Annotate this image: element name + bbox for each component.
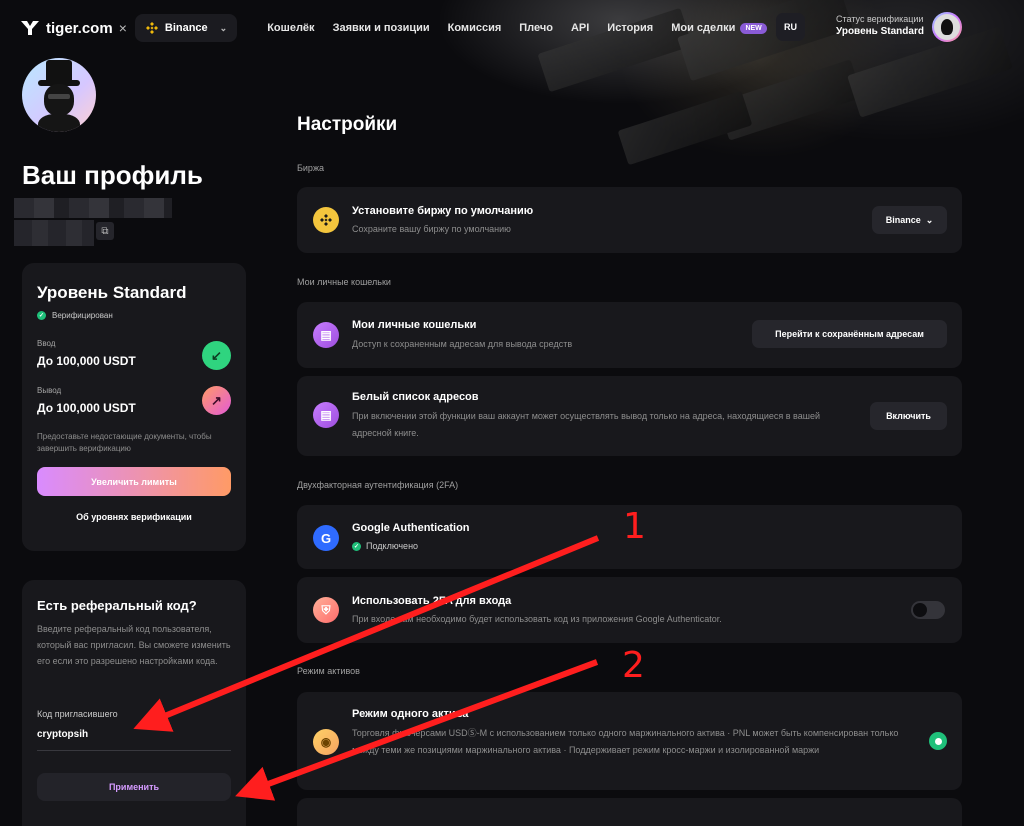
- section-label-exchange: Биржа: [297, 163, 324, 173]
- wallets-row: ▤ Мои личные кошельки Доступ к сохраненн…: [297, 302, 962, 368]
- saved-addresses-button[interactable]: Перейти к сохранённым адресам: [752, 320, 947, 348]
- default-exchange-value: Binance: [885, 215, 921, 225]
- nav-item-my-trades-label: Мои сделки: [671, 22, 736, 34]
- login-2fa-title: Использовать 2FA для входа: [352, 595, 512, 607]
- redacted-user-email: [14, 220, 94, 246]
- referral-card: Есть реферальный код? Введите реферальны…: [22, 580, 246, 826]
- nav-item-api[interactable]: API: [571, 22, 589, 34]
- chevron-down-icon: ⌄: [925, 214, 934, 225]
- whitelist-row: ▤ Белый список адресов При включении это…: [297, 376, 962, 456]
- copy-icon[interactable]: ⧉: [96, 222, 114, 240]
- chevron-down-icon: ⌄: [219, 22, 228, 33]
- login-2fa-subtitle: При входе вам необходимо будет использов…: [352, 614, 722, 624]
- language-button[interactable]: RU: [776, 13, 805, 41]
- annotation-label-2: 2: [622, 645, 645, 686]
- user-avatar[interactable]: [932, 12, 962, 42]
- nav-item-commission[interactable]: Комиссия: [448, 22, 502, 34]
- wallet-icon: ▤: [313, 322, 339, 348]
- exchange-selector[interactable]: Binance ⌄: [134, 14, 238, 42]
- referral-code-label: Код пригласившего: [37, 709, 118, 719]
- shield-icon: ⛨: [313, 597, 339, 623]
- referral-description: Введите реферальный код пользователя, ко…: [37, 624, 231, 666]
- google-icon: G: [313, 525, 339, 551]
- raise-limits-button[interactable]: Увеличить лимиты: [37, 467, 231, 496]
- multi-asset-row: [297, 798, 962, 826]
- wallets-title: Мои личные кошельки: [352, 319, 477, 331]
- default-exchange-row: Установите биржу по умолчанию Сохраните …: [297, 187, 962, 253]
- verification-level-card: Уровень Standard ✓ Верифицирован Ввод До…: [22, 263, 246, 551]
- google-auth-status: ✓ Подключено: [352, 541, 418, 551]
- section-label-wallets: Мои личные кошельки: [297, 277, 391, 287]
- nav-item-history[interactable]: История: [607, 22, 653, 34]
- single-asset-subtitle: Торговля фьючерсами USDⓈ-M с использован…: [352, 728, 899, 755]
- brand-name: tiger.com: [46, 19, 113, 37]
- section-label-assets: Режим активов: [297, 666, 360, 676]
- verification-levels-link[interactable]: Об уровнях верификации: [37, 512, 231, 522]
- main-nav: Кошелёк Заявки и позиции Комиссия Плечо …: [267, 22, 767, 34]
- check-icon: ✓: [352, 541, 361, 551]
- nav-item-leverage[interactable]: Плечо: [519, 22, 553, 34]
- default-exchange-title: Установите биржу по умолчанию: [352, 205, 534, 217]
- whitelist-subtitle: При включении этой функции ваш аккаунт м…: [352, 411, 820, 438]
- single-asset-radio[interactable]: [929, 732, 947, 750]
- apply-button[interactable]: Применить: [37, 773, 231, 801]
- deposit-value: До 100,000 USDT: [37, 354, 136, 368]
- referral-code-input[interactable]: cryptopsih: [37, 729, 231, 751]
- verified-status: ✓ Верифицирован: [37, 311, 231, 320]
- withdraw-arrow-icon: ↗: [202, 386, 231, 415]
- deposit-arrow-icon: ↙: [202, 341, 231, 370]
- new-badge: NEW: [740, 23, 767, 34]
- redacted-user-id: [14, 198, 172, 218]
- annotation-label-1: 1: [623, 506, 646, 547]
- login-2fa-row: ⛨ Использовать 2FA для входа При входе в…: [297, 577, 962, 643]
- profile-title: Ваш профиль: [22, 160, 203, 190]
- check-icon: ✓: [37, 311, 46, 320]
- verification-status[interactable]: Статус верификации Уровень Standard: [836, 14, 924, 37]
- deposit-label: Ввод: [37, 339, 56, 348]
- section-label-2fa: Двухфакторная аутентификация (2FA): [297, 480, 459, 490]
- deposit-limit: Ввод До 100,000 USDT: [37, 339, 136, 368]
- referral-title: Есть реферальный код?: [37, 598, 197, 613]
- level-title: Уровень Standard: [37, 283, 187, 302]
- verification-caption: Статус верификации: [836, 14, 924, 24]
- default-exchange-subtitle: Сохраните вашу биржу по умолчанию: [352, 224, 511, 234]
- single-asset-row: ◉ Режим одного актива Торговля фьючерсам…: [297, 692, 962, 790]
- documents-note: Предоставьте недостающие документы, чтоб…: [37, 432, 212, 453]
- withdraw-limit: Вывод До 100,000 USDT: [37, 386, 136, 415]
- coins-icon: ◉: [313, 729, 339, 755]
- settings-title: Настройки: [297, 114, 398, 135]
- google-auth-title: Google Authentication: [352, 522, 470, 534]
- brand-logo[interactable]: tiger.com: [20, 20, 113, 37]
- nav-item-my-trades[interactable]: Мои сделки NEW: [671, 22, 767, 34]
- clipboard-icon: ▤: [313, 402, 339, 428]
- verified-label: Верифицирован: [52, 311, 113, 320]
- wallets-subtitle: Доступ к сохраненным адресам для вывода …: [352, 339, 573, 349]
- profile-avatar: [22, 58, 96, 132]
- brand-separator: ×: [118, 20, 127, 36]
- single-asset-title: Режим одного актива: [352, 708, 469, 720]
- whitelist-title: Белый список адресов: [352, 391, 479, 403]
- default-exchange-select[interactable]: Binance ⌄: [872, 206, 947, 234]
- binance-icon: [145, 22, 158, 34]
- withdraw-value: До 100,000 USDT: [37, 401, 136, 415]
- binance-icon: [313, 207, 339, 233]
- login-2fa-toggle[interactable]: [911, 601, 945, 619]
- verification-level: Уровень Standard: [836, 26, 924, 37]
- tiger-logo-icon: [20, 20, 40, 36]
- withdraw-label: Вывод: [37, 386, 62, 395]
- nav-item-wallet[interactable]: Кошелёк: [267, 22, 314, 34]
- google-auth-status-label: Подключено: [366, 541, 419, 551]
- enable-whitelist-button[interactable]: Включить: [870, 402, 947, 430]
- nav-item-orders[interactable]: Заявки и позиции: [333, 22, 430, 34]
- exchange-name: Binance: [164, 22, 208, 34]
